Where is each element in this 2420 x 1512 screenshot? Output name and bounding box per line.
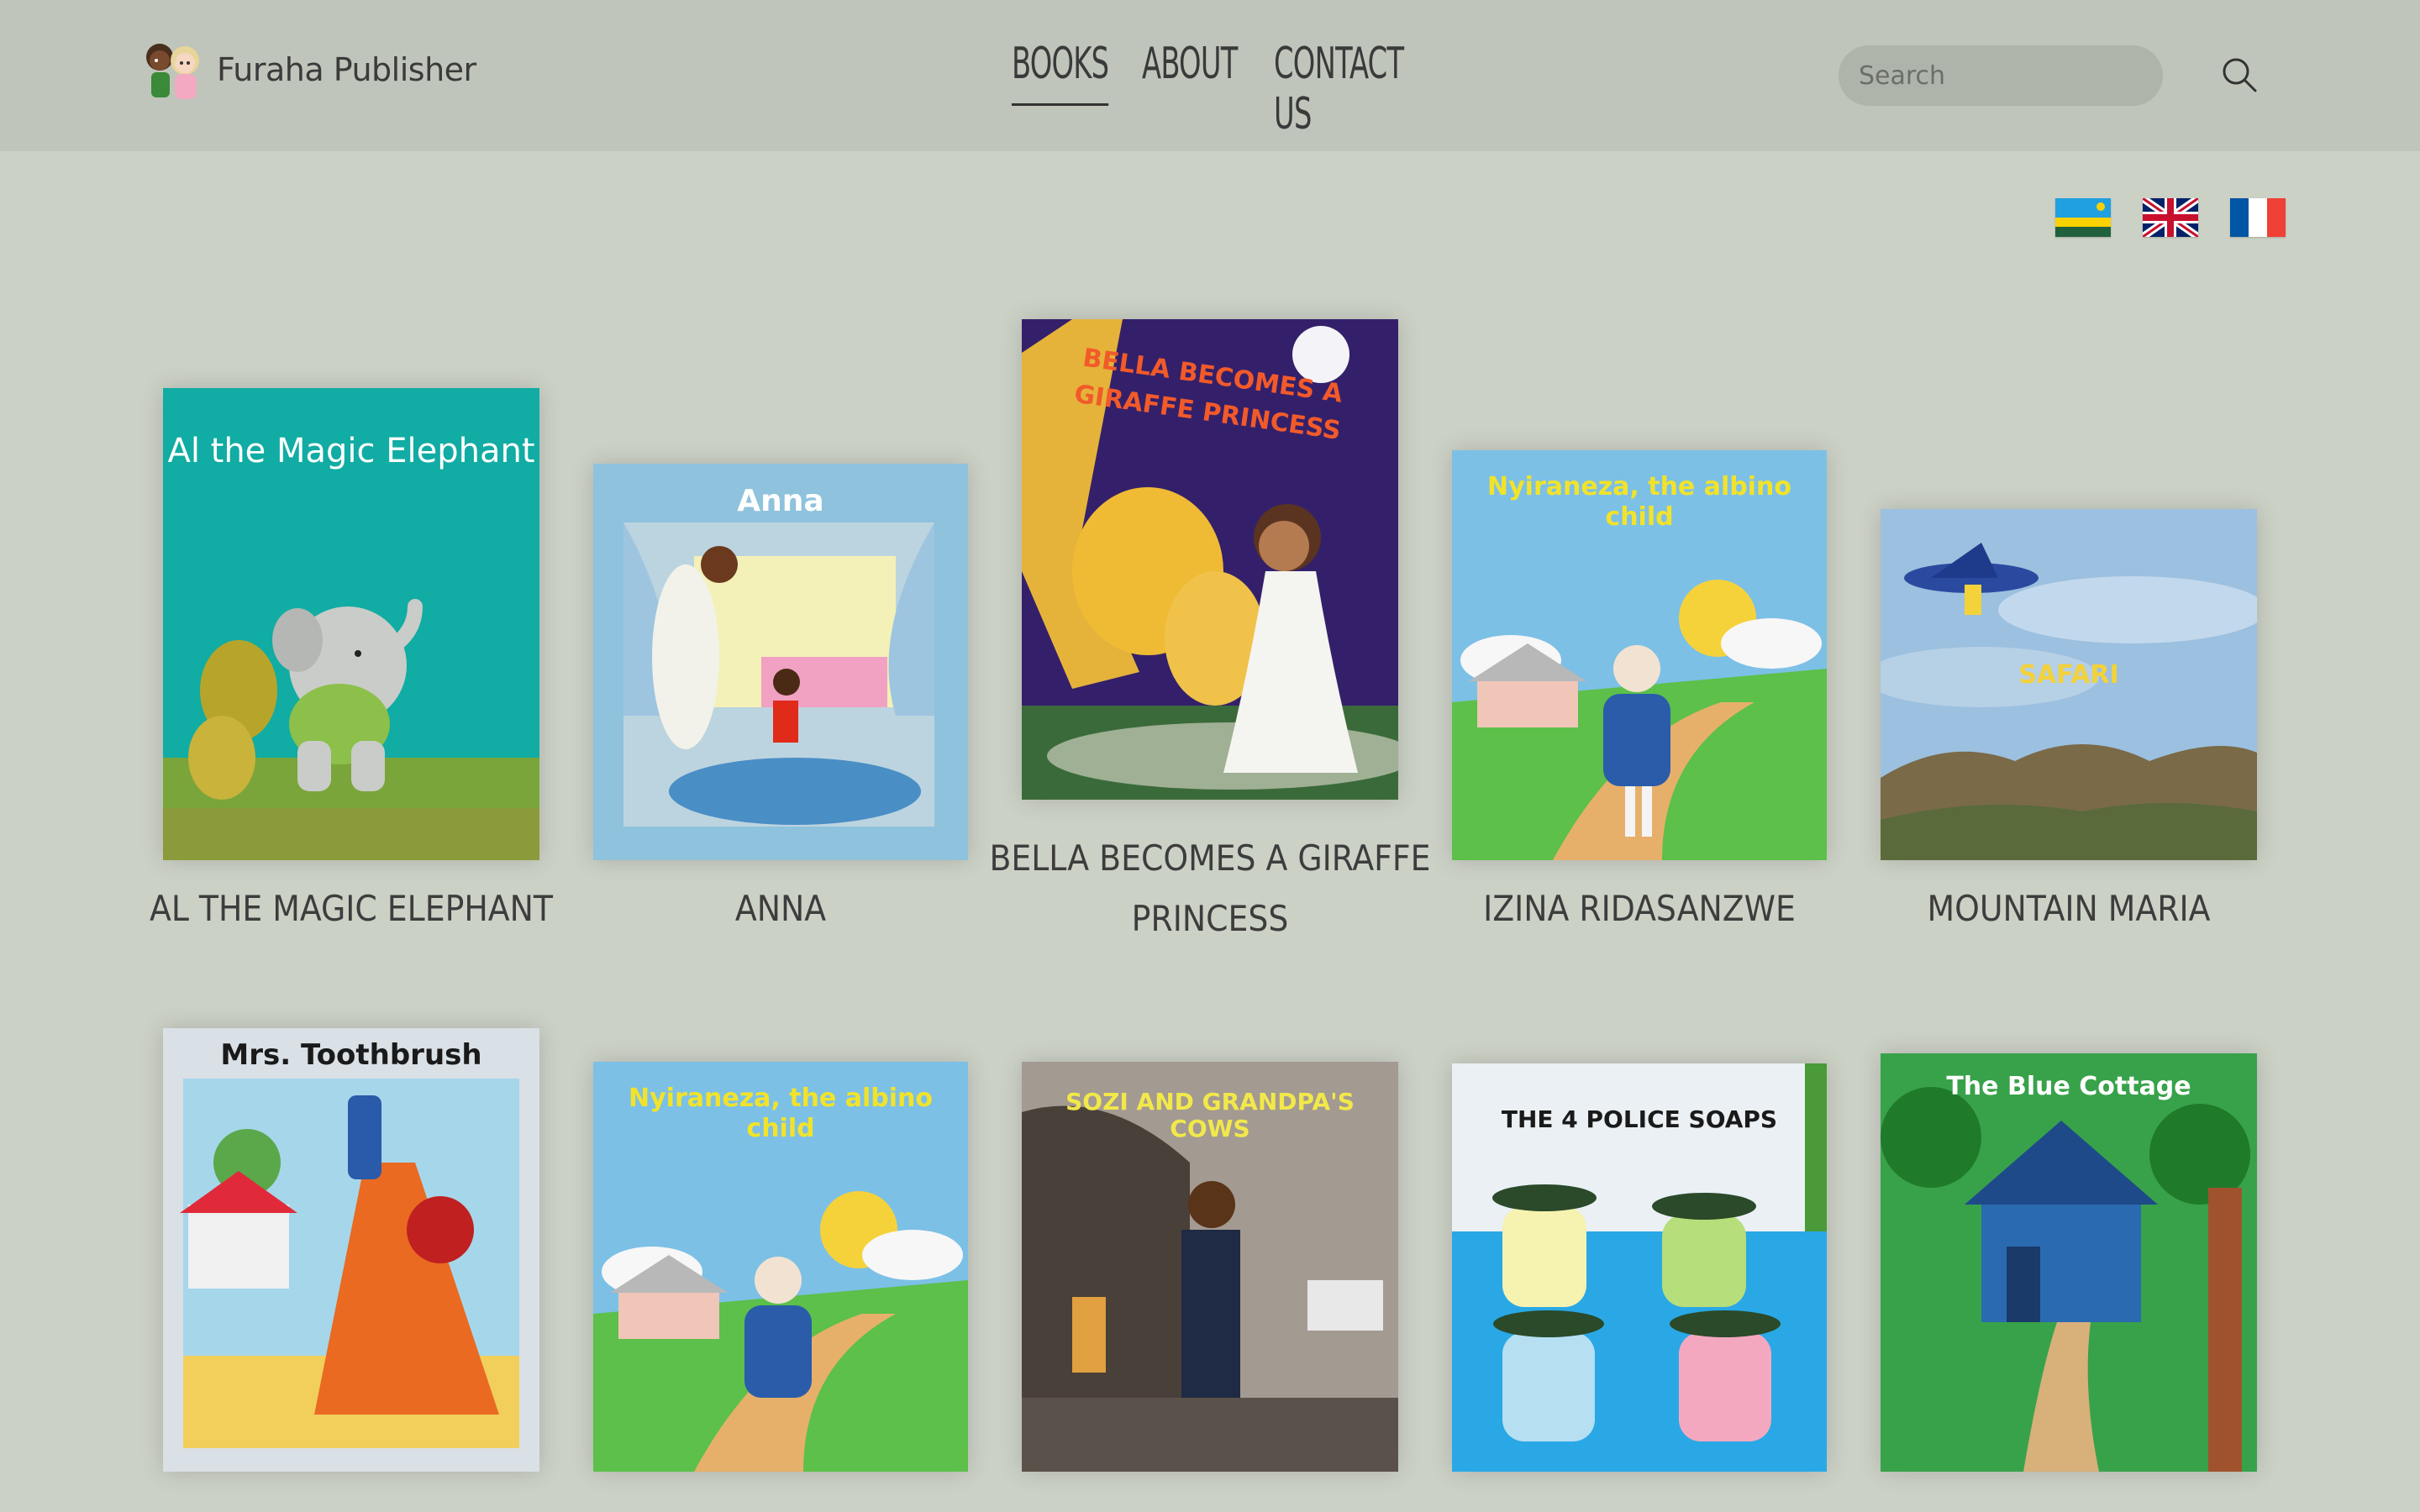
- logo[interactable]: Furaha Publisher: [139, 35, 476, 104]
- book-title[interactable]: IZINA RIDASANZWE: [1404, 879, 1875, 939]
- uk-flag-icon[interactable]: [2143, 198, 2198, 237]
- book-cover[interactable]: Nyiraneza, the albino child: [593, 1062, 968, 1472]
- brand-name: Furaha Publisher: [217, 51, 476, 88]
- cover-title: THE 4 POLICE SOAPS: [1501, 1105, 1778, 1133]
- book-cover[interactable]: SAFARI: [1881, 509, 2257, 860]
- book-cover[interactable]: Anna: [593, 464, 968, 860]
- search-input[interactable]: [1839, 45, 2163, 106]
- book-title-line-1[interactable]: BELLA BECOMES A GIRAFFE: [975, 828, 1445, 889]
- site-header: Furaha Publisher BOOKS ABOUT CONTACT US: [0, 0, 2420, 151]
- cover-title: SAFARI: [2018, 660, 2119, 690]
- nav-books[interactable]: BOOKS: [1012, 39, 1109, 106]
- cover-title: Nyiraneza, the albino child: [629, 1084, 933, 1143]
- cover-title: The Blue Cottage: [1946, 1072, 2191, 1101]
- book-cover[interactable]: The Blue Cottage: [1881, 1053, 2257, 1472]
- search-icon[interactable]: [2218, 54, 2260, 96]
- book-title-line-2[interactable]: PRINCESS: [975, 889, 1445, 949]
- book-title[interactable]: AL THE MAGIC ELEPHANT: [116, 879, 587, 939]
- france-flag-icon[interactable]: [2230, 198, 2286, 237]
- nav-contact-us[interactable]: CONTACT US: [1274, 39, 1404, 139]
- book-title[interactable]: MOUNTAIN MARIA: [1833, 879, 2304, 939]
- cover-title: Al the Magic Elephant: [167, 432, 535, 470]
- book-title[interactable]: ANNA: [545, 879, 1016, 939]
- cover-title: Nyiraneza, the albino child: [1487, 472, 1791, 532]
- logo-children-icon: [139, 35, 210, 104]
- cover-title: Anna: [737, 484, 824, 518]
- book-cover[interactable]: BELLA BECOMES A GIRAFFE PRINCESS: [1022, 319, 1398, 800]
- nav-about[interactable]: ABOUT: [1142, 39, 1238, 106]
- book-cover[interactable]: THE 4 POLICE SOAPS: [1452, 1063, 1827, 1472]
- cover-title: SOZI AND GRANDPA'S COWS: [1065, 1088, 1355, 1142]
- book-cover[interactable]: Al the Magic Elephant: [163, 388, 539, 860]
- book-cover[interactable]: Nyiraneza, the albino child: [1452, 450, 1827, 860]
- rwanda-flag-icon[interactable]: [2055, 198, 2111, 237]
- book-cover[interactable]: Mrs. Toothbrush: [163, 1028, 539, 1472]
- book-cover[interactable]: SOZI AND GRANDPA'S COWS: [1022, 1062, 1398, 1472]
- cover-title: Mrs. Toothbrush: [220, 1038, 482, 1072]
